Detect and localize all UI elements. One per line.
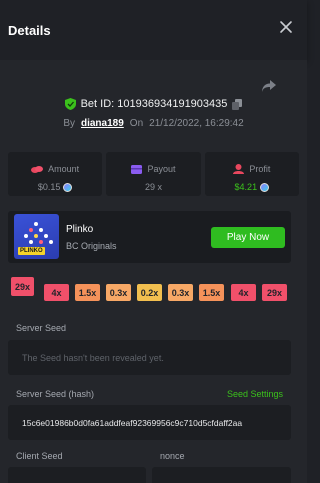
bet-id-text: Bet ID: 101936934191903435 — [80, 98, 228, 110]
stat-amount: Amount $0.15 — [8, 152, 103, 196]
multiplier-chip: 0.3x — [106, 284, 131, 301]
multiplier-row: 29x 4x 1.5x 0.3x 0.2x 0.3x 1.5x 4x 29x — [11, 277, 301, 303]
multiplier-chip: 4x — [231, 284, 256, 301]
stat-profit: Profit $4.21 — [204, 152, 299, 196]
stat-profit-label: Profit — [249, 164, 271, 174]
profit-icon — [233, 164, 245, 174]
multiplier-chip: 1.5x — [199, 284, 224, 301]
client-seed-label: Client Seed — [16, 451, 63, 461]
game-name: Plinko — [66, 224, 94, 235]
on-label: On — [129, 118, 144, 129]
shield-check-icon — [64, 98, 76, 110]
currency-coin-icon — [63, 182, 73, 192]
stat-amount-value: $0.15 — [37, 182, 61, 192]
details-header: Details — [0, 0, 307, 60]
stat-payout-label: Payout — [147, 164, 176, 174]
multiplier-chip: 4x — [44, 284, 69, 301]
client-seed-field[interactable] — [8, 467, 146, 483]
server-seed-hash-field[interactable]: 15c6e01986b0d0fa61addfeaf92369956c9c710d… — [8, 405, 291, 440]
server-seed-hash-label: Server Seed (hash) — [16, 389, 95, 399]
play-now-button[interactable]: Play Now — [211, 227, 285, 248]
game-card: PLINKO Plinko BC Originals Play Now — [8, 211, 291, 263]
bet-date: 21/12/2022, 16:29:42 — [149, 118, 244, 129]
copy-icon[interactable] — [232, 98, 243, 110]
close-icon[interactable] — [279, 20, 293, 34]
stat-profit-value: $4.21 — [234, 182, 258, 192]
game-logo-text: PLINKO — [18, 247, 45, 255]
by-label: By — [63, 118, 75, 129]
seed-settings-link[interactable]: Seed Settings — [227, 389, 283, 399]
game-thumbnail[interactable]: PLINKO — [14, 214, 59, 259]
dialog-title: Details — [8, 23, 51, 38]
wallet-icon — [131, 164, 143, 174]
stat-payout-value: 29 x — [144, 182, 162, 192]
game-provider: BC Originals — [66, 241, 117, 251]
bet-meta-row: By diana189 On 21/12/2022, 16:29:42 — [0, 118, 307, 129]
stats-row: Amount $0.15 Payout 29 x Profit $4.21 — [8, 152, 299, 196]
multiplier-chip: 29x — [11, 277, 34, 296]
stat-amount-label: Amount — [48, 164, 80, 174]
server-seed-label: Server Seed — [16, 323, 67, 333]
stat-payout: Payout 29 x — [106, 152, 201, 196]
nonce-field[interactable] — [152, 467, 291, 483]
multiplier-chip: 1.5x — [75, 284, 100, 301]
server-seed-field: The Seed hasn't been revealed yet. — [8, 340, 291, 375]
multiplier-chip: 0.2x — [137, 284, 162, 301]
username-link[interactable]: diana189 — [81, 118, 124, 129]
nonce-label: nonce — [160, 451, 185, 461]
multiplier-chip: 0.3x — [168, 284, 193, 301]
multiplier-chip: 29x — [262, 284, 287, 301]
share-icon[interactable] — [261, 79, 277, 93]
currency-coin-icon — [260, 182, 270, 192]
bet-id-row: Bet ID: 101936934191903435 — [0, 98, 307, 110]
coins-icon — [31, 165, 44, 173]
